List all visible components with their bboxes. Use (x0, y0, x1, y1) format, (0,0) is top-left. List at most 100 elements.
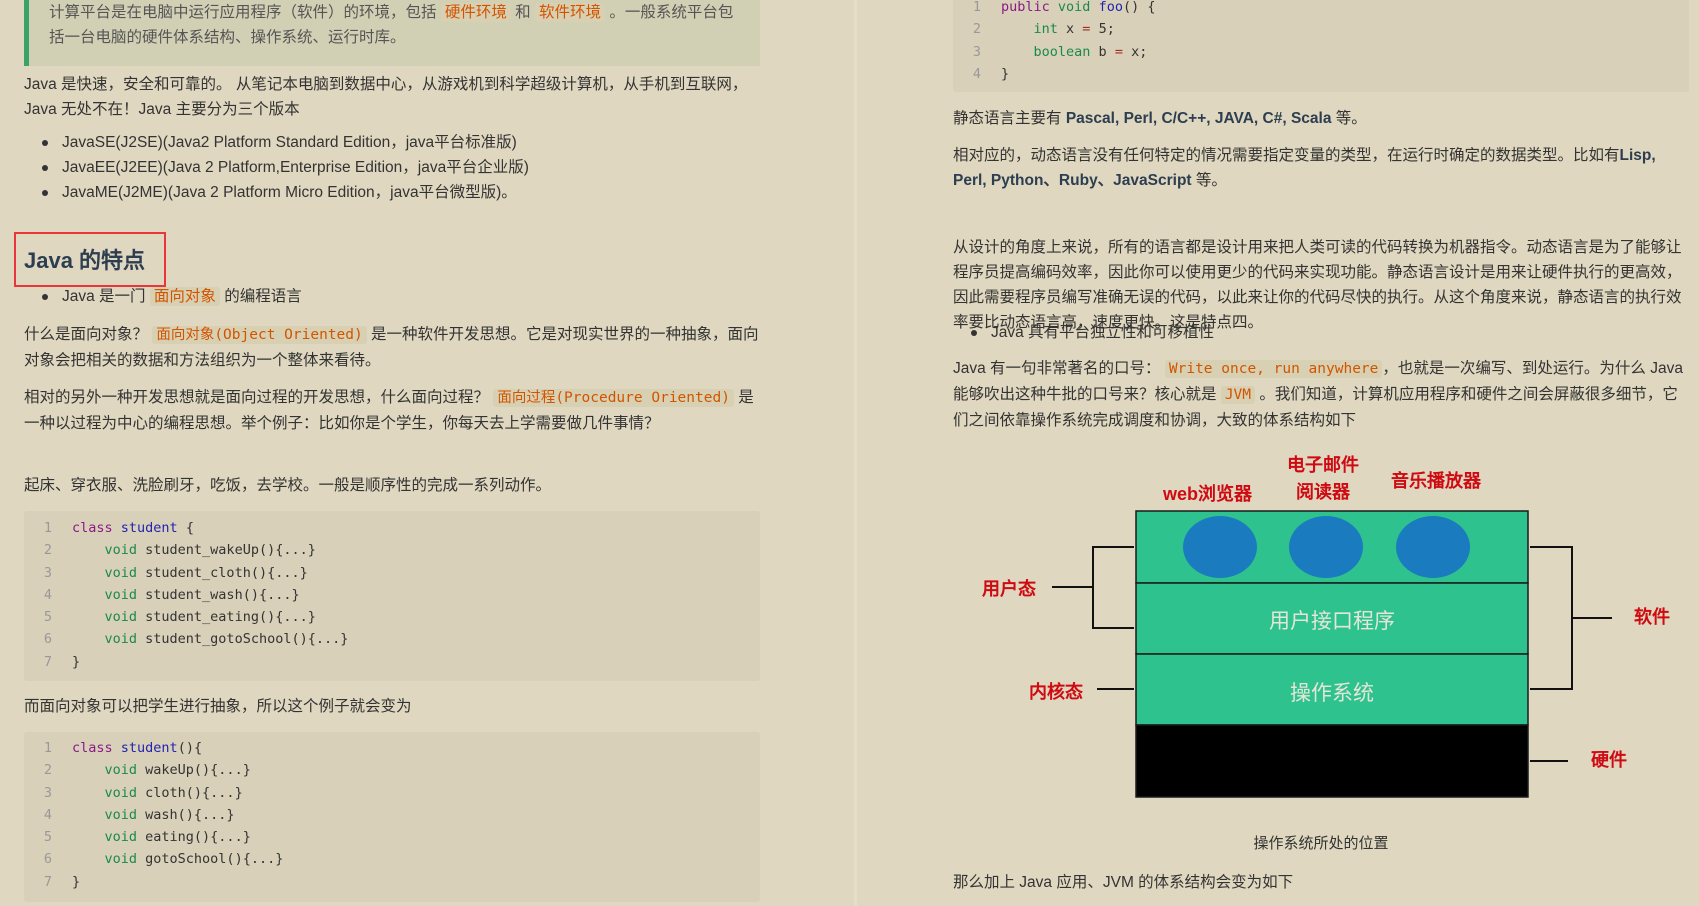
code-text: void wakeUp(){...} (104, 762, 251, 779)
code-line: 2 void wakeUp(){...} (24, 759, 760, 781)
text: 等。 (1195, 172, 1227, 189)
kernel-mode-label: 内核态 (1029, 682, 1083, 702)
line-number: 2 (972, 21, 982, 38)
inline-code-slogan: Write once, run anywhere (1164, 360, 1383, 378)
apps-layer (1135, 510, 1529, 584)
line-number: 7 (43, 873, 53, 890)
right-pane: 1 public void foo() { 2 int x = 5; 3 boolea… (857, 0, 1699, 906)
hardware-label: 硬件 (1591, 750, 1627, 770)
code-line: 4 void wash(){...} (24, 804, 760, 826)
line-number: 2 (43, 542, 53, 559)
keyword: void (104, 609, 138, 626)
keyword: class (72, 520, 113, 536)
hardware-layer (1135, 724, 1529, 798)
software-bracket (1530, 546, 1612, 690)
function-name: foo (1098, 0, 1123, 15)
feature-list: Java 是一门 面向对象 的编程语言 (24, 284, 760, 309)
line-number: 4 (972, 65, 982, 82)
code-text: boolean b = x; (1033, 43, 1148, 60)
os-layer-label: 操作系统 (1290, 682, 1374, 705)
text: 相对应的，动态语言没有任何特定的情况需要指定变量的类型，在运行时确定的数据类型。… (953, 147, 1620, 164)
code-line: 1 public void foo() { (953, 0, 1689, 18)
keyword: void (104, 542, 138, 559)
keyword: public (1001, 0, 1050, 15)
last-paragraph: 那么加上 Java 应用、JVM 的体系结构会变为如下 (953, 874, 1294, 891)
intro-paragraph: Java 是快速，安全和可靠的。 从笔记本电脑到数据中心，从游戏机到科学超级计算… (24, 76, 748, 118)
list-item: Java 具有平台独立性和可移植性 (953, 320, 1689, 345)
type-keyword: int (1033, 21, 1058, 38)
editions-list: JavaSE(J2SE)(Java2 Platform Standard Edi… (24, 130, 760, 205)
list-item: JavaME(J2ME)(Java 2 Platform Micro Editi… (24, 180, 760, 205)
text: Java 有一句非常著名的口号： (953, 360, 1161, 377)
code-line: 2 int x = 5; (953, 18, 1689, 40)
code-line: 3 void cloth(){...} (24, 782, 760, 804)
app-circle-email (1289, 516, 1363, 578)
bold-text: Pascal, Perl, C/C++, JAVA, C#, Scala (1065, 110, 1332, 127)
class-name: student (120, 520, 178, 536)
line-number: 4 (43, 806, 53, 823)
app-label-music: 音乐播放器 (1391, 471, 1481, 491)
blockquote: 计算平台是在电脑中运行应用程序（软件）的环境，包括 硬件环境 和 软件环境 。一… (24, 0, 760, 66)
code-line: 4} (953, 63, 1689, 85)
text: 相对的另外一种开发思想就是面向过程的开发思想，什么面向过程？ (24, 389, 490, 406)
line-number: 3 (43, 784, 53, 801)
code-line: 2 void student_wakeUp(){...} (24, 539, 760, 561)
code-line: 6 void gotoSchool(){...} (24, 848, 760, 870)
inline-code-jvm: JVM (1220, 386, 1256, 404)
os-layer (1135, 653, 1529, 726)
code-line: 7} (24, 651, 760, 673)
ui-layer-label: 用户接口程序 (1269, 610, 1395, 633)
inline-code: 面向对象(Object Oriented) (152, 326, 367, 344)
code-text: void wash(){...} (104, 806, 235, 823)
line-number: 1 (972, 0, 982, 15)
keyword: void (104, 851, 138, 868)
list-item: JavaEE(J2EE)(Java 2 Platform,Enterprise … (24, 155, 760, 180)
code-text: void student_eating(){...} (104, 609, 316, 626)
inline-code: 面向过程(Procedure Oriented) (493, 389, 734, 407)
diagram-shapes (1052, 510, 1612, 798)
user-mode-label: 用户态 (982, 579, 1036, 599)
diagram-caption: 操作系统所处的位置 (1253, 835, 1389, 852)
list-item: Java 是一门 面向对象 的编程语言 (24, 284, 760, 309)
code-text: class student { (72, 520, 194, 536)
code-block-foo: 1 public void foo() { 2 int x = 5; 3 boolea… (953, 0, 1689, 92)
ui-layer (1135, 582, 1529, 655)
static-langs-paragraph: 静态语言主要有 Pascal, Perl, C/C++, JAVA, C#, S… (953, 106, 1689, 131)
class-name: student (120, 740, 178, 756)
keyword: void (104, 784, 138, 801)
list-item: JavaSE(J2SE)(Java2 Platform Standard Edi… (24, 130, 760, 155)
code-block-procedural: 1 class student { 2 void student_wakeUp(){… (24, 511, 760, 681)
line-number: 3 (43, 564, 53, 581)
code-block-oo: 1 class student(){2 void wakeUp(){...} 3 v… (24, 732, 760, 902)
line-number: 3 (972, 43, 982, 60)
code-text: void student_gotoSchool(){...} (104, 631, 349, 648)
po-paragraph: 相对的另外一种开发思想就是面向过程的开发思想，什么面向过程？ 面向过程(Proc… (24, 385, 760, 436)
keyword: void (104, 806, 138, 823)
app-circle-browser (1183, 516, 1257, 578)
line-number: 6 (43, 851, 53, 868)
code-text: public void foo() { (1001, 0, 1156, 15)
code-text: void student_wakeUp(){...} (104, 542, 316, 559)
code-text: class student(){ (72, 740, 203, 756)
code-line: 5 void eating(){...} (24, 826, 760, 848)
app-label-browser: web浏览器 (1163, 484, 1253, 504)
text: 等。 (1335, 110, 1367, 127)
line-number: 1 (43, 520, 53, 536)
code-text: void cloth(){...} (104, 784, 243, 801)
line-number: 4 (43, 586, 53, 603)
highlight-oo: 面向对象 (149, 287, 220, 306)
code-text: } (1001, 65, 1010, 82)
code-text: void student_cloth(){...} (104, 564, 308, 581)
operator: = (1082, 21, 1091, 38)
section-heading: Java 的特点 (24, 248, 146, 273)
line-number: 7 (43, 653, 53, 670)
oo-paragraph: 什么是面向对象？ 面向对象(Object Oriented) 是一种软件开发思想… (24, 322, 760, 373)
code-text: int x = 5; (1033, 21, 1115, 38)
highlight-hardware: 硬件环境 (440, 3, 511, 22)
abstract-paragraph: 而面向对象可以把学生进行抽象，所以这个例子就会变为 (24, 698, 412, 715)
steps-paragraph: 起床、穿衣服、洗脸刷牙，吃饭，去学校。一般是顺序性的完成一系列动作。 (24, 477, 552, 494)
code-line: 3 void student_cloth(){...} (24, 562, 760, 584)
keyword: class (72, 740, 113, 756)
user-mode-bracket (1052, 546, 1134, 629)
keyword: void (1057, 0, 1091, 15)
